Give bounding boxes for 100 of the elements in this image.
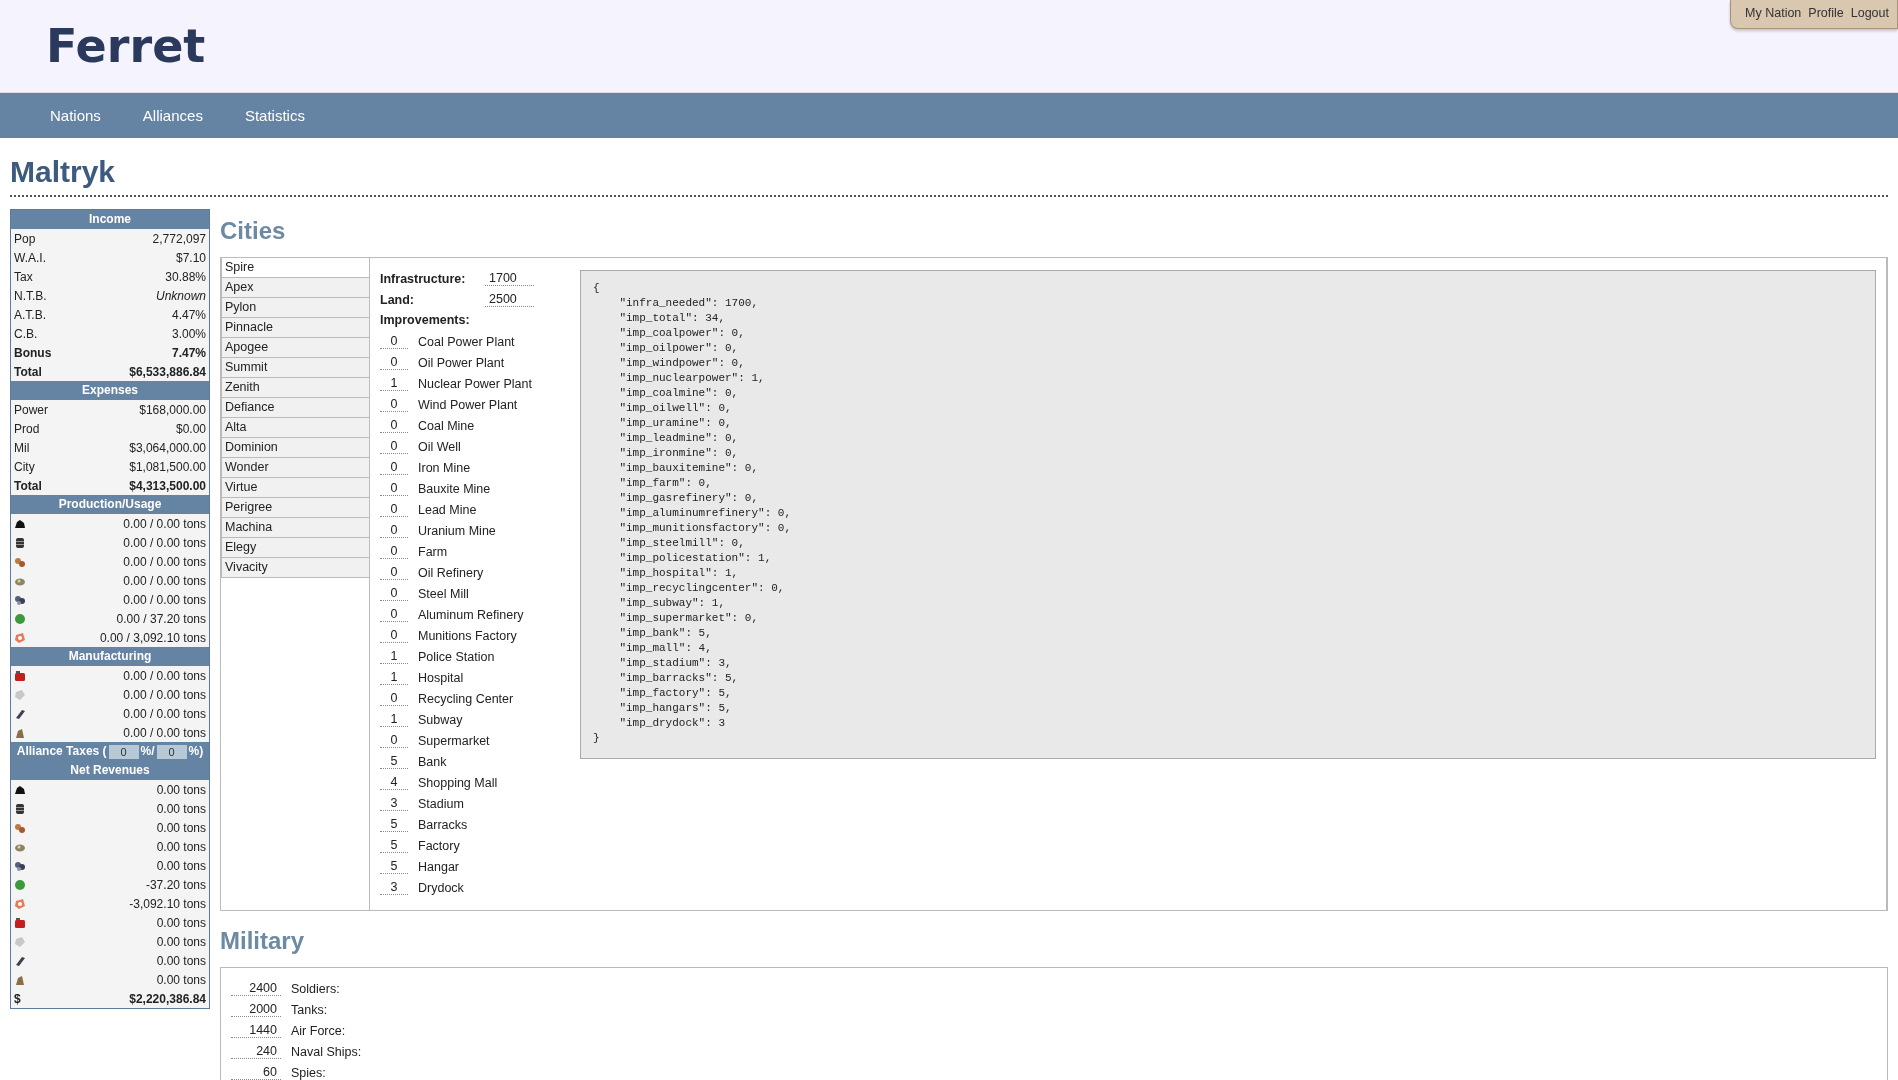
user-menu-link[interactable]: My Nation: [1745, 6, 1802, 20]
unit-name: Air Force:: [291, 1023, 346, 1038]
unit-name: Tanks:: [291, 1002, 328, 1017]
row-value: 0.00 tons: [156, 839, 206, 854]
count-value: 1: [380, 649, 408, 664]
section-header: Income: [11, 210, 209, 229]
row-value: 0.00 / 0.00 tons: [123, 592, 206, 607]
ingot-icon: [14, 726, 26, 739]
row-value: 7.47%: [171, 345, 206, 360]
row-value: 0.00 tons: [156, 801, 206, 816]
site-logo[interactable]: Ferret: [46, 19, 206, 73]
city-tab[interactable]: Dominion: [221, 438, 369, 458]
city-tab[interactable]: Apogee: [221, 338, 369, 358]
improvement-name: Oil Refinery: [418, 565, 484, 580]
row-value: 0.00 / 3,092.10 tons: [99, 630, 206, 645]
nav-link[interactable]: Nations: [50, 107, 101, 124]
city-tab[interactable]: Pinnacle: [221, 318, 369, 338]
row-value: 0.00 / 0.00 tons: [123, 554, 206, 569]
percent-label: %/: [140, 743, 155, 760]
city-tab[interactable]: Spire: [221, 258, 369, 278]
row-value: $2,220,386.84: [129, 991, 206, 1006]
count-value: 0: [380, 397, 408, 412]
improvement-name: Wind Power Plant: [418, 397, 518, 412]
improvement-name: Police Station: [418, 649, 495, 664]
barrel-icon: [14, 536, 26, 549]
ore-cluster-icon: [14, 593, 26, 606]
row-value: 0.00 / 0.00 tons: [123, 516, 206, 531]
city-tab[interactable]: Wonder: [221, 458, 369, 478]
row-label: Total: [14, 478, 42, 493]
user-menu-link[interactable]: Profile: [1808, 6, 1844, 20]
improvement-name: Iron Mine: [418, 460, 471, 475]
field-value: 1700: [485, 271, 534, 286]
city-tab[interactable]: Defiance: [221, 398, 369, 418]
improvement-name: Uranium Mine: [418, 523, 496, 538]
city-tab[interactable]: Perigree: [221, 498, 369, 518]
city-tab[interactable]: Zenith: [221, 378, 369, 398]
city-tab[interactable]: Machina: [221, 518, 369, 538]
row-label: $: [14, 991, 21, 1006]
section-header: Net Revenues: [11, 761, 209, 780]
coal-lump-icon: [14, 517, 26, 530]
section-header: Manufacturing: [11, 647, 209, 666]
improvement-name: Oil Well: [418, 439, 461, 454]
count-value: 1: [380, 712, 408, 727]
row-label: Prod: [14, 421, 40, 436]
tax-field[interactable]: 0: [156, 744, 187, 759]
nation-title: Maltryk: [10, 138, 1888, 197]
row-value: 0.00 tons: [156, 858, 206, 873]
city-tab[interactable]: Apex: [221, 278, 369, 298]
count-value: 0: [380, 523, 408, 538]
city-tab[interactable]: Virtue: [221, 478, 369, 498]
row-label: W.A.I.: [14, 250, 46, 265]
count-value: 0: [380, 565, 408, 580]
city-tab[interactable]: Elegy: [221, 538, 369, 558]
row-value: 0.00 / 0.00 tons: [123, 535, 206, 550]
user-menu-link[interactable]: Logout: [1850, 6, 1889, 20]
count-value: 240: [231, 1044, 281, 1059]
improvement-name: Recycling Center: [418, 691, 514, 706]
city-tab[interactable]: Alta: [221, 418, 369, 438]
orb-icon: [14, 878, 26, 891]
row-value: 0.00 tons: [156, 820, 206, 835]
unit-name: Spies:: [291, 1065, 326, 1080]
canister-icon: [14, 669, 26, 682]
row-value: $3,064,000.00: [129, 440, 206, 455]
city-tab[interactable]: Summit: [221, 358, 369, 378]
row-value: $1,081,500.00: [129, 459, 206, 474]
row-value: 0.00 / 37.20 tons: [116, 611, 206, 626]
improvement-name: Coal Mine: [418, 418, 475, 433]
count-value: 2000: [231, 1002, 281, 1017]
improvement-name: Nuclear Power Plant: [418, 376, 532, 391]
improvement-name: Stadium: [418, 796, 464, 811]
improvement-name: Hospital: [418, 670, 464, 685]
improvement-name: Steel Mill: [418, 586, 469, 601]
count-value: 0: [380, 733, 408, 748]
orb-icon: [14, 612, 26, 625]
row-value: 2,772,097: [152, 231, 206, 246]
row-value: $6,533,886.84: [129, 364, 206, 379]
ore-icon: [14, 555, 26, 568]
field-label: Improvements:: [380, 312, 471, 329]
improvement-name: Aluminum Refinery: [418, 607, 524, 622]
nav-link[interactable]: Alliances: [142, 107, 203, 124]
nav-link[interactable]: Statistics: [244, 107, 305, 124]
section-header: Production/Usage: [11, 495, 209, 514]
improvement-name: Subway: [418, 712, 463, 727]
improvement-name: Coal Power Plant: [418, 334, 515, 349]
row-label: A.T.B.: [14, 307, 46, 322]
tax-field[interactable]: 0: [108, 744, 139, 759]
row-value: $0.00: [175, 421, 206, 436]
row-label: Power: [14, 402, 48, 417]
improvement-name: Lead Mine: [418, 502, 477, 517]
row-label: Mil: [14, 440, 30, 455]
improvement-name: Barracks: [418, 817, 468, 832]
row-value: $4,313,500.00: [129, 478, 206, 493]
percent-label: %): [188, 743, 204, 760]
row-value: 0.00 / 0.00 tons: [123, 725, 206, 740]
count-value: 0: [380, 544, 408, 559]
count-value: 5: [380, 859, 408, 874]
city-tab[interactable]: Vivacity: [221, 558, 369, 578]
city-tab[interactable]: Pylon: [221, 298, 369, 318]
field-value: 2500: [485, 292, 534, 307]
count-value: 1440: [231, 1023, 281, 1038]
